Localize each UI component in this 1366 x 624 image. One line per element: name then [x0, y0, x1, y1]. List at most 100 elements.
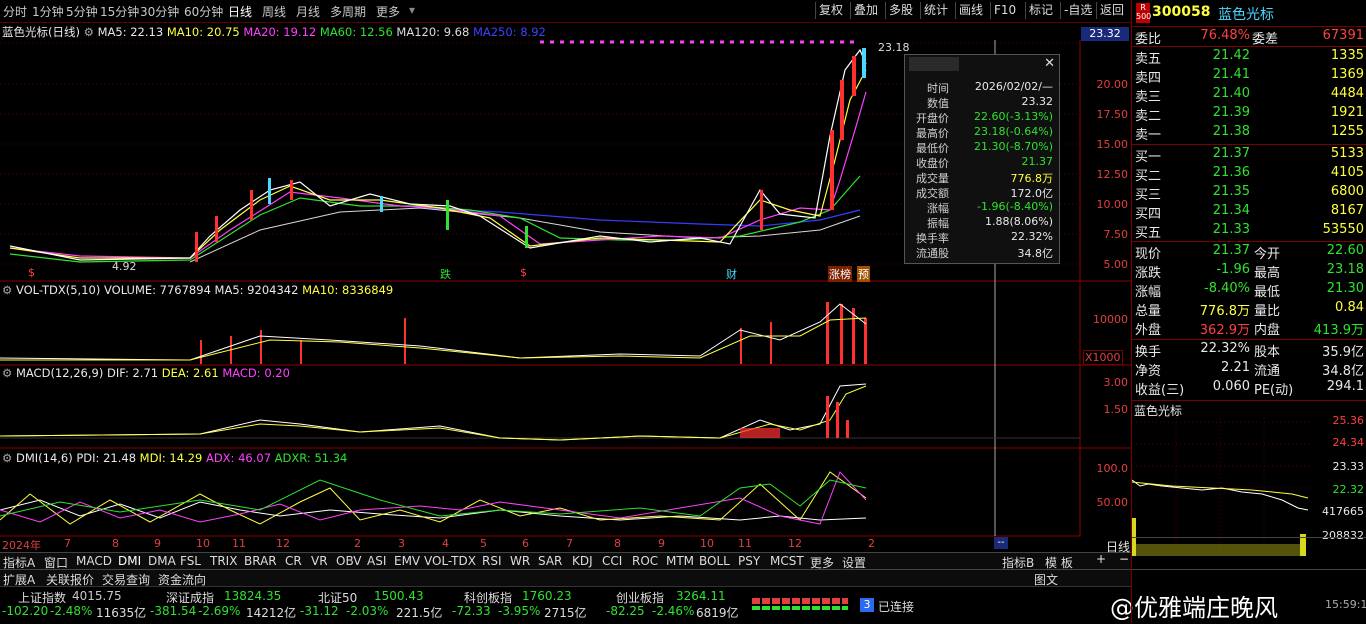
mark-button[interactable]: 标记 — [1025, 2, 1056, 19]
rank-marker[interactable]: 涨榜 — [828, 266, 852, 282]
tab-fund-flow[interactable]: 资金流向 — [158, 571, 206, 588]
tab-cr[interactable]: CR — [285, 554, 302, 568]
overlay-button[interactable]: 叠加 — [850, 2, 881, 19]
stat-label: 流通 — [1254, 364, 1281, 379]
bid-price[interactable]: 21.34 — [1192, 203, 1250, 218]
ask-volume: 1335 — [1330, 48, 1364, 63]
tab-extend-a[interactable]: 扩展A — [3, 571, 35, 588]
ask-label: 卖一 — [1135, 128, 1162, 143]
low-price-label: 4.92 — [112, 260, 137, 273]
ask-volume: 4484 — [1330, 86, 1364, 101]
settings-gear-icon[interactable]: ⚙ — [2, 451, 12, 465]
dividend-marker[interactable]: $ — [520, 266, 527, 279]
connection-status[interactable]: 已连接 — [878, 598, 914, 615]
tab-trix[interactable]: TRIX — [210, 554, 237, 568]
ask-label: 卖二 — [1135, 109, 1162, 124]
bid-price[interactable]: 21.35 — [1192, 184, 1250, 199]
tab-roc[interactable]: ROC — [632, 554, 658, 568]
stat-label: 涨幅 — [1135, 285, 1162, 300]
stat-label: 现价 — [1135, 247, 1162, 262]
tab-rsi[interactable]: RSI — [482, 554, 502, 568]
graphic-link[interactable]: 图文 — [1034, 571, 1058, 588]
period-multi[interactable]: 多周期 — [330, 3, 366, 20]
finance-marker[interactable]: 财 — [726, 266, 737, 282]
time-tick: 2 — [868, 537, 875, 550]
tab-brar[interactable]: BRAR — [244, 554, 277, 568]
tab-psy[interactable]: PSY — [738, 554, 760, 568]
candle — [290, 180, 293, 200]
stat-value: -1.96 — [1216, 262, 1250, 277]
period-30min[interactable]: 30分钟 — [140, 3, 179, 20]
time-tick: 7 — [64, 537, 71, 550]
tab-cci[interactable]: CCI — [602, 554, 622, 568]
tab-dmi[interactable]: DMI — [118, 554, 141, 568]
candle — [380, 196, 383, 212]
period-daily[interactable]: 日线 — [228, 3, 252, 20]
stats-button[interactable]: 统计 — [920, 2, 951, 19]
period-fenshi[interactable]: 分时 — [3, 3, 27, 20]
tab-vol-tdx[interactable]: VOL-TDX — [424, 554, 476, 568]
tab-trade-query[interactable]: 交易查询 — [102, 571, 150, 588]
tab-mcst[interactable]: MCST — [770, 554, 804, 568]
market-breadth-bar — [752, 606, 848, 610]
tab-dma[interactable]: DMA — [148, 554, 176, 568]
close-icon[interactable]: ✕ — [1044, 56, 1055, 71]
tab-fsl[interactable]: FSL — [180, 554, 201, 568]
time-tick: 10 — [196, 537, 210, 550]
drop-marker[interactable]: 跌 — [440, 266, 451, 282]
settings-gear-icon[interactable]: ⚙ — [2, 366, 12, 380]
period-monthly[interactable]: 月线 — [296, 3, 320, 20]
ask-price[interactable]: 21.42 — [1192, 48, 1250, 63]
forecast-marker[interactable]: 预 — [857, 266, 870, 282]
f10-button[interactable]: F10 — [990, 2, 1019, 19]
back-button[interactable]: 返回 — [1096, 2, 1127, 19]
chevron-down-icon[interactable]: ▾ — [409, 3, 415, 17]
tab-boll[interactable]: BOLL — [699, 554, 730, 568]
tab-mtm[interactable]: MTM — [666, 554, 694, 568]
draw-line-button[interactable]: 画线 — [955, 2, 986, 19]
time-tick: 4 — [442, 537, 449, 550]
vol-ma5-label: MA5: 9204342 — [214, 283, 299, 297]
period-5min[interactable]: 5分钟 — [66, 3, 98, 20]
ask-price[interactable]: 21.39 — [1192, 105, 1250, 120]
watchlist-button[interactable]: -自选 — [1060, 2, 1095, 19]
bid-price[interactable]: 21.33 — [1192, 222, 1250, 237]
zoom-out-button[interactable]: − — [1119, 552, 1129, 566]
settings-gear-icon[interactable]: ⚙ — [84, 25, 94, 39]
ask-price[interactable]: 21.40 — [1192, 86, 1250, 101]
tab-sar[interactable]: SAR — [538, 554, 562, 568]
weibi-value: 76.48% — [1200, 28, 1250, 43]
tab-obv[interactable]: OBV — [336, 554, 362, 568]
tab-kdj[interactable]: KDJ — [572, 554, 593, 568]
fuquan-button[interactable]: 复权 — [815, 2, 846, 19]
period-1min[interactable]: 1分钟 — [32, 3, 64, 20]
price-tick: 17.50 — [1096, 108, 1129, 121]
zoom-in-button[interactable]: + — [1096, 552, 1106, 566]
volume-bar — [404, 318, 406, 364]
index-change: -82.25 — [606, 604, 645, 618]
period-15min[interactable]: 15分钟 — [100, 3, 139, 20]
ask-price[interactable]: 21.38 — [1192, 124, 1250, 139]
mini-chart-footer: 日线 — [1106, 537, 1366, 554]
tab-macd[interactable]: MACD — [76, 554, 112, 568]
settings-gear-icon[interactable]: ⚙ — [2, 283, 12, 297]
volume-bar — [840, 304, 843, 364]
candle — [852, 56, 856, 96]
tab-wr[interactable]: WR — [510, 554, 530, 568]
stat-value: 21.30 — [1326, 281, 1364, 296]
tab-emv[interactable]: EMV — [394, 554, 420, 568]
period-weekly[interactable]: 周线 — [262, 3, 286, 20]
ask-price[interactable]: 21.41 — [1192, 67, 1250, 82]
bid-price[interactable]: 21.37 — [1192, 146, 1250, 161]
dividend-marker[interactable]: $ — [28, 266, 35, 279]
stat-value: 362.9万 — [1199, 323, 1250, 338]
stat-value: 0.060 — [1212, 379, 1250, 394]
tab-related-quotes[interactable]: 关联报价 — [46, 571, 94, 588]
tab-vr[interactable]: VR — [311, 554, 328, 568]
tab-asi[interactable]: ASI — [367, 554, 386, 568]
bid-price[interactable]: 21.36 — [1192, 165, 1250, 180]
multi-stock-button[interactable]: 多股 — [885, 2, 916, 19]
period-60min[interactable]: 60分钟 — [184, 3, 223, 20]
period-more[interactable]: 更多 — [376, 3, 400, 20]
candle — [446, 200, 449, 230]
